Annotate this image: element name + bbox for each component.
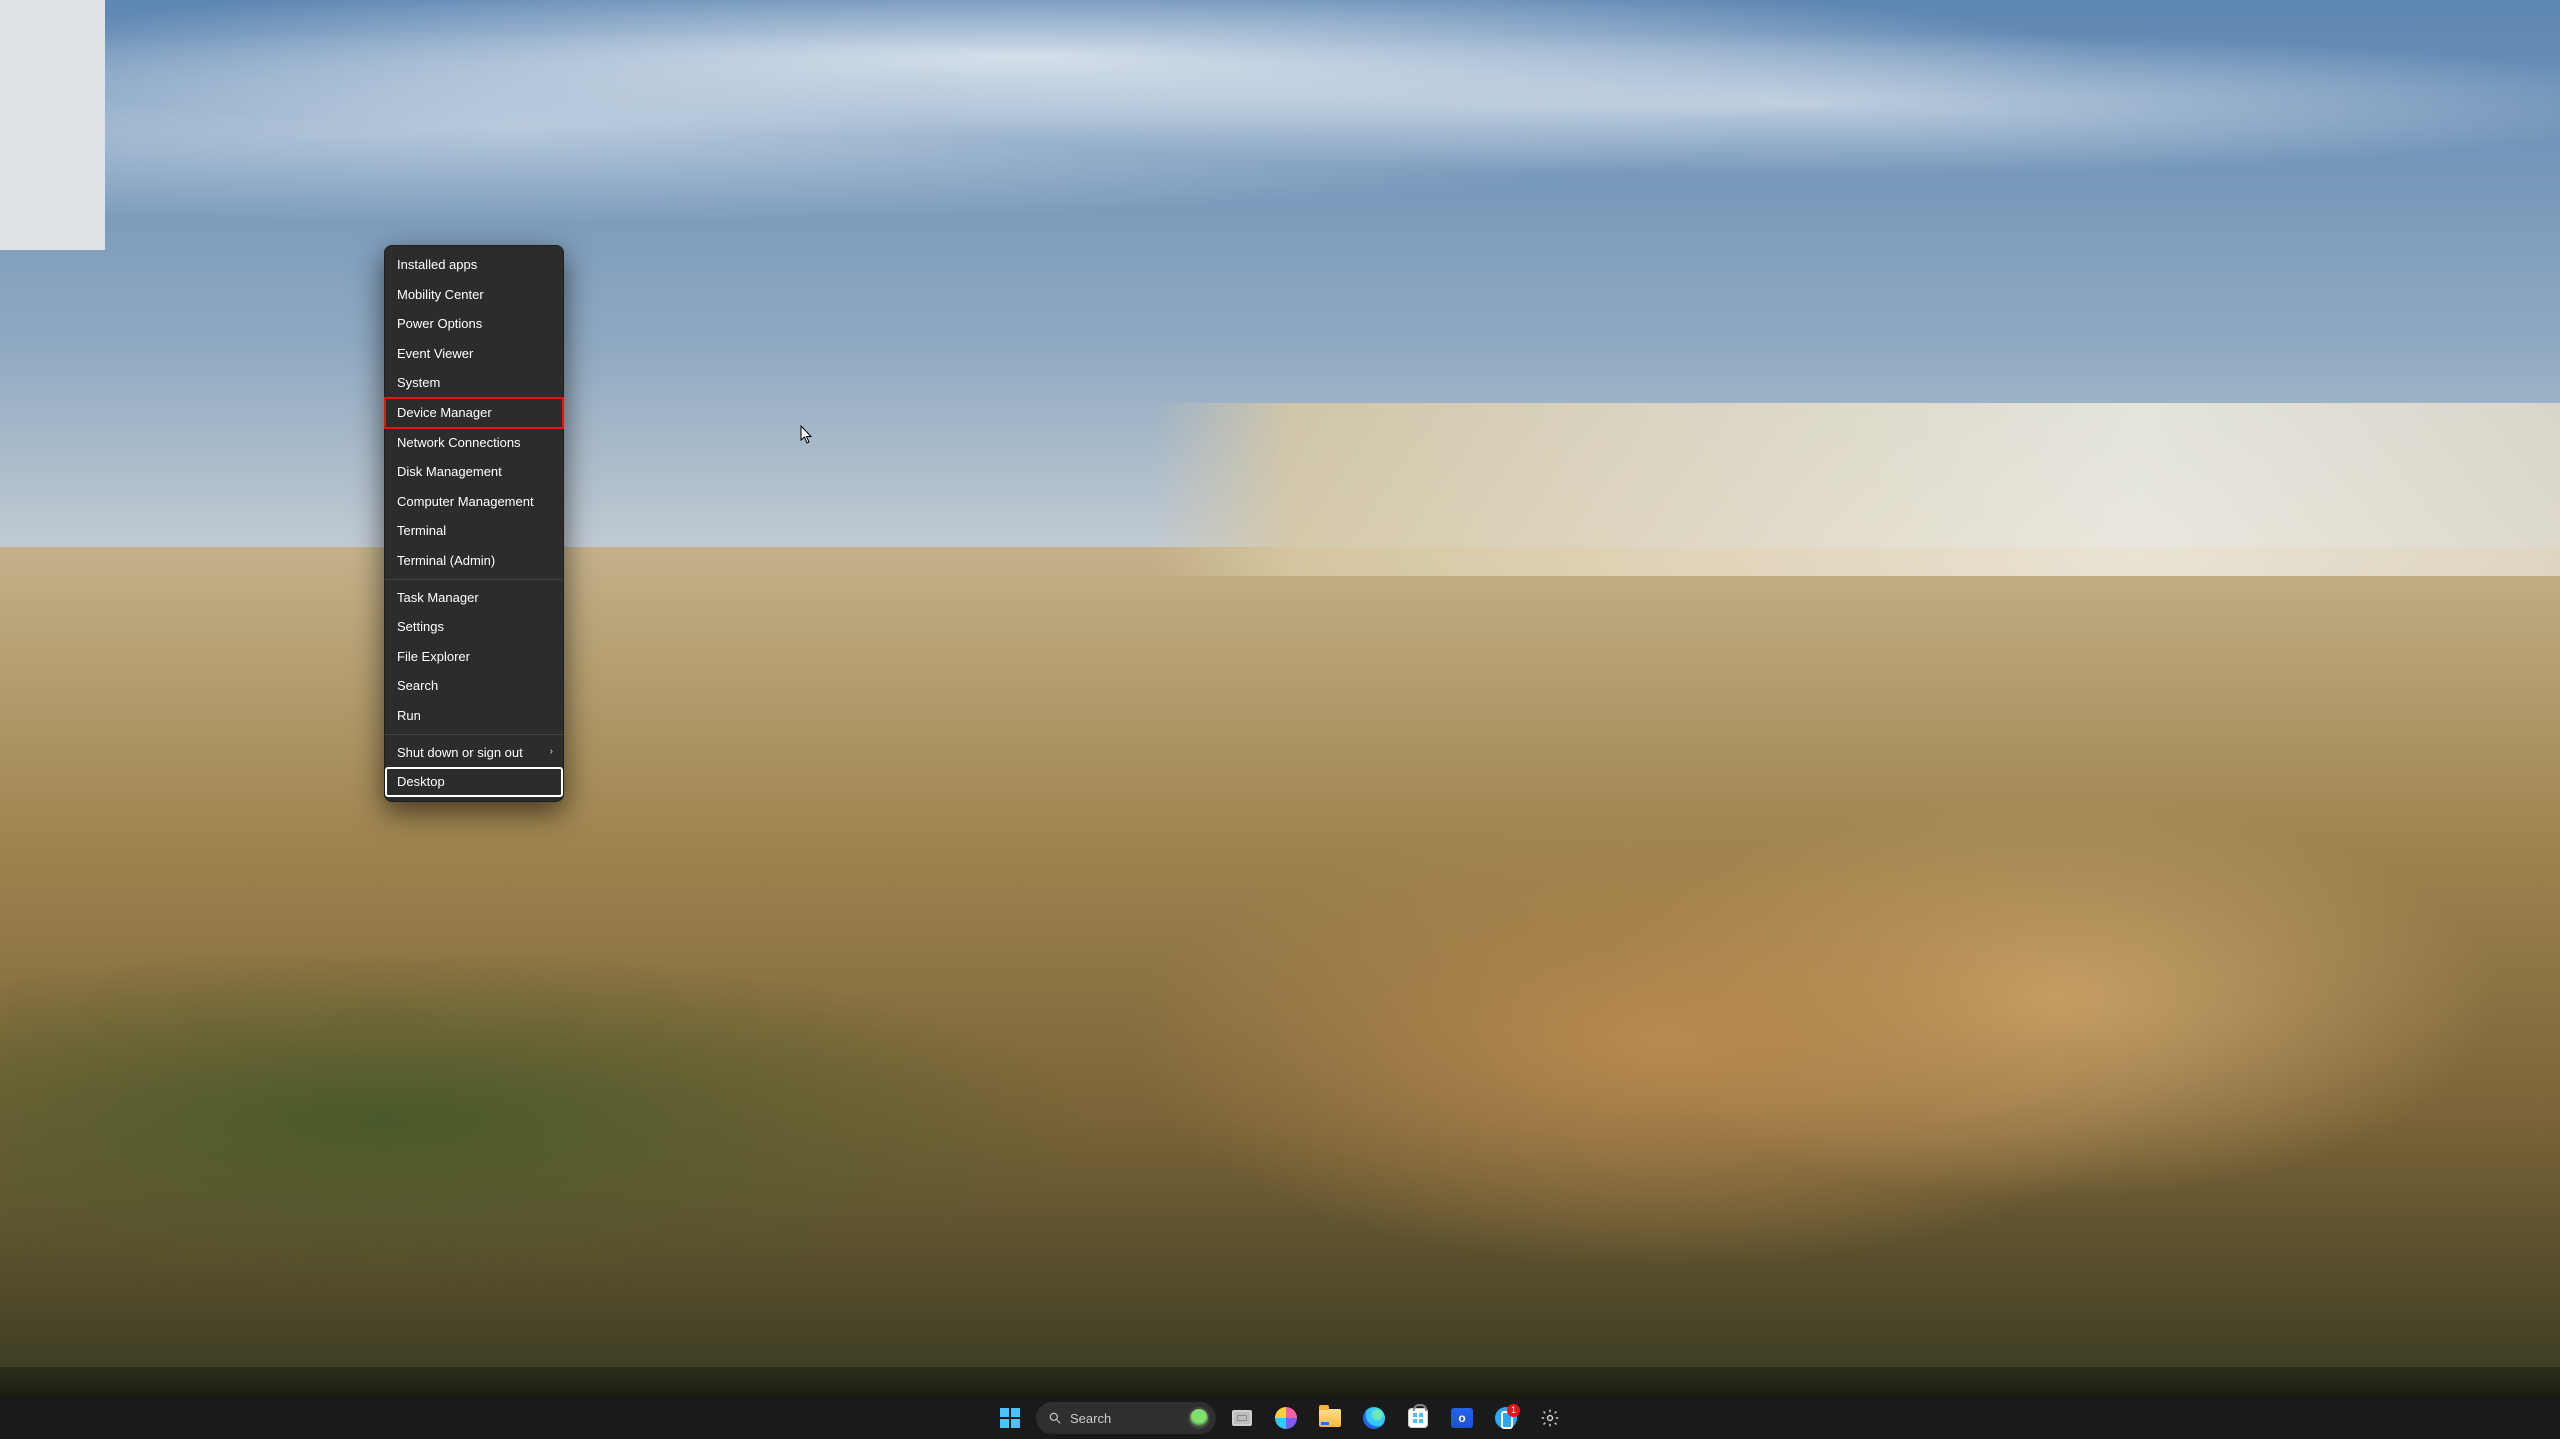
winx-item-label: System [397,375,440,390]
winx-item-system[interactable]: System [385,368,563,398]
winx-item-run[interactable]: Run [385,701,563,731]
chevron-right-icon: › [550,746,553,758]
winx-item-label: Disk Management [397,464,502,479]
task-view-icon [1232,1410,1252,1426]
winx-context-menu[interactable]: Installed apps Mobility Center Power Optio… [384,245,564,802]
winx-item-computer-management[interactable]: Computer Management [385,487,563,517]
winx-item-label: Desktop [397,774,445,789]
winx-item-search[interactable]: Search [385,671,563,701]
task-view-button[interactable] [1224,1400,1260,1436]
menu-separator [385,734,563,735]
winx-item-label: Mobility Center [397,287,484,302]
store-icon [1408,1408,1428,1428]
winx-item-power-options[interactable]: Power Options [385,309,563,339]
winx-item-event-viewer[interactable]: Event Viewer [385,339,563,369]
copilot-button[interactable] [1268,1400,1304,1436]
winx-item-file-explorer[interactable]: File Explorer [385,642,563,672]
winx-item-device-manager[interactable]: Device Manager [385,398,563,428]
winx-item-label: Computer Management [397,494,534,509]
menu-separator [385,579,563,580]
winx-item-label: Terminal (Admin) [397,553,495,568]
search-icon [1048,1411,1062,1425]
outlook-icon: o [1451,1408,1473,1428]
taskbar: Search o 1 [0,1397,2560,1439]
wallpaper-buildings [1152,403,2560,576]
settings-button[interactable] [1532,1400,1568,1436]
winx-item-label: Installed apps [397,257,477,272]
edge-button[interactable] [1356,1400,1392,1436]
winx-item-terminal-admin[interactable]: Terminal (Admin) [385,546,563,576]
wallpaper-patch [0,0,105,250]
winx-item-task-manager[interactable]: Task Manager [385,583,563,613]
winx-item-label: Terminal [397,523,446,538]
winx-item-label: File Explorer [397,649,470,664]
winx-item-label: Settings [397,619,444,634]
winx-item-disk-management[interactable]: Disk Management [385,457,563,487]
windows-logo-icon [1000,1408,1020,1428]
edge-icon [1363,1407,1385,1429]
outlook-letter: o [1458,1411,1465,1425]
winx-item-settings[interactable]: Settings [385,612,563,642]
copilot-icon [1275,1407,1297,1429]
winx-item-label: Power Options [397,316,482,331]
winx-item-label: Run [397,708,421,723]
start-button[interactable] [992,1400,1028,1436]
winx-item-network-connections[interactable]: Network Connections [385,428,563,458]
phone-link-icon: 1 [1495,1407,1517,1429]
gear-icon [1540,1408,1560,1428]
winx-item-label: Shut down or sign out [397,745,523,760]
search-placeholder: Search [1070,1411,1111,1426]
winx-item-shut-down-or-sign-out[interactable]: Shut down or sign out › [385,738,563,768]
winx-item-label: Network Connections [397,435,521,450]
winx-item-label: Search [397,678,438,693]
outlook-button[interactable]: o [1444,1400,1480,1436]
phone-link-button[interactable]: 1 [1488,1400,1524,1436]
taskbar-search[interactable]: Search [1036,1402,1216,1434]
winx-item-label: Event Viewer [397,346,473,361]
notification-badge: 1 [1507,1404,1520,1417]
file-explorer-button[interactable] [1312,1400,1348,1436]
winx-item-desktop[interactable]: Desktop [385,767,563,797]
search-flair-icon [1188,1407,1210,1429]
winx-item-installed-apps[interactable]: Installed apps [385,250,563,280]
winx-item-terminal[interactable]: Terminal [385,516,563,546]
winx-item-label: Task Manager [397,590,479,605]
winx-item-label: Device Manager [397,405,492,420]
folder-icon [1319,1409,1341,1427]
winx-item-mobility-center[interactable]: Mobility Center [385,280,563,310]
microsoft-store-button[interactable] [1400,1400,1436,1436]
